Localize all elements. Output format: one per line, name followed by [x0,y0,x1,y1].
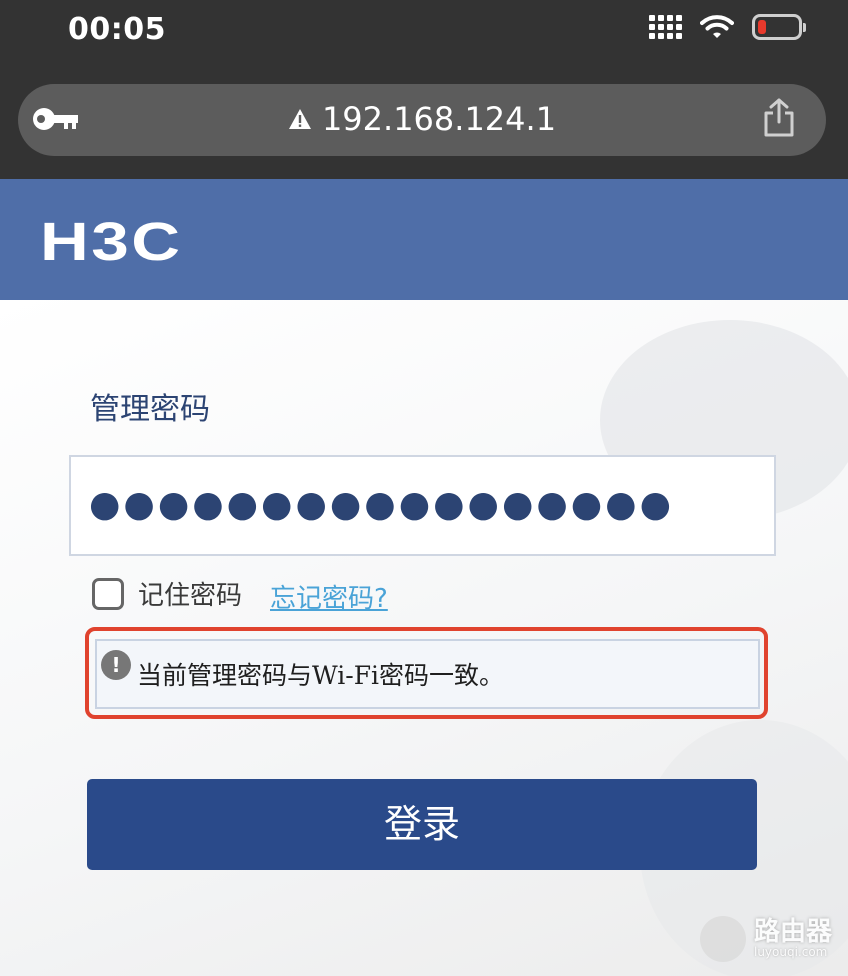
remember-checkbox[interactable] [92,577,124,610]
battery-icon [752,14,806,40]
h3c-logo: H3C [40,212,183,272]
battery-level [758,20,766,34]
password-value: ●●●●●●●●●●●●●●●●● [89,484,675,525]
remember-label: 记住密码 [138,581,243,611]
watermark-logo-icon [699,916,746,962]
address-bar[interactable]: 192.168.124.1 [18,84,826,156]
brand-header: H3C [0,179,848,300]
status-icons [649,14,806,40]
forgot-password-link[interactable]: 忘记密码? [270,578,388,615]
remember-password[interactable]: 记住密码 [92,575,242,612]
notice-text: 当前管理密码与Wi-Fi密码一致。 [137,661,505,690]
login-panel: 管理密码 ●●●●●●●●●●●●●●●●● 记住密码 忘记密码? ! 当前管理… [0,300,848,976]
url-text: 192.168.124.1 [321,100,557,138]
signal-icon [649,15,682,39]
wifi-icon [700,15,734,38]
watermark-title: 路由器 [753,917,832,947]
url-display[interactable]: 192.168.124.1 [18,98,826,138]
status-time: 00:05 [68,12,166,47]
share-icon[interactable] [762,98,796,138]
password-notice: ! 当前管理密码与Wi-Fi密码一致。 [95,639,760,709]
password-label: 管理密码 [90,392,210,427]
password-input[interactable]: ●●●●●●●●●●●●●●●●● [69,455,776,556]
watermark-subtitle: luyouqi.com [753,945,828,959]
warning-icon [288,109,311,129]
login-button[interactable]: 登录 [87,779,757,870]
phone-top-bar: 00:05 192.168.124.1 [0,0,848,179]
exclamation-icon: ! [101,650,131,680]
watermark: 路由器 luyouqi.com [699,916,832,962]
